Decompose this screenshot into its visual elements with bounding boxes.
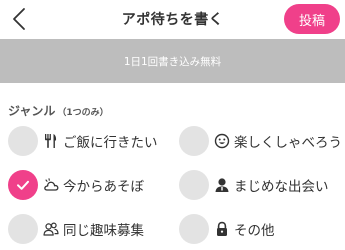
fork-knife-icon	[43, 133, 59, 149]
genre-option-label: 楽しくしゃべろう	[234, 135, 342, 151]
smiley-icon	[214, 133, 230, 149]
people-icon	[43, 221, 59, 237]
compose-screen: アポ待ちを書く 投稿 1日1回書き込み無料 ジャンル （1つのみ） ご飯に行きた…	[0, 0, 345, 250]
genre-option-other[interactable]: その他	[179, 214, 275, 244]
genre-radio[interactable]	[8, 214, 38, 244]
free-post-banner: 1日1回書き込み無料	[0, 39, 345, 83]
genre-option-meal[interactable]: ご飯に行きたい	[8, 126, 158, 156]
genre-option-play-now[interactable]: 今からあそぼ	[8, 170, 144, 200]
genre-radio[interactable]	[179, 170, 209, 200]
genre-radio[interactable]	[179, 214, 209, 244]
banner-text: 1日1回書き込み無料	[123, 55, 222, 68]
genre-option-serious[interactable]: まじめな出会い	[179, 170, 329, 200]
genre-radio[interactable]	[179, 126, 209, 156]
checkmark-icon	[17, 180, 29, 190]
lock-icon	[214, 221, 230, 237]
genre-note: （1つのみ）	[57, 108, 109, 118]
genre-option-hobby[interactable]: 同じ趣味募集	[8, 214, 144, 244]
genre-option-label: 同じ趣味募集	[63, 223, 144, 239]
genre-title: ジャンル	[8, 104, 56, 118]
genre-option-chat[interactable]: 楽しくしゃべろう	[179, 126, 342, 156]
post-button[interactable]: 投稿	[284, 4, 340, 34]
genre-option-label: まじめな出会い	[234, 179, 329, 195]
person-icon	[214, 177, 230, 193]
cloud-icon	[43, 177, 59, 193]
header-bar: アポ待ちを書く 投稿	[0, 0, 345, 39]
genre-option-label: 今からあそぼ	[63, 179, 144, 195]
genre-option-label: その他	[234, 223, 275, 239]
genre-option-label: ご飯に行きたい	[63, 135, 158, 151]
genre-radio[interactable]	[8, 126, 38, 156]
genre-radio-checked[interactable]	[8, 170, 38, 200]
genre-heading: ジャンル （1つのみ）	[8, 102, 109, 119]
